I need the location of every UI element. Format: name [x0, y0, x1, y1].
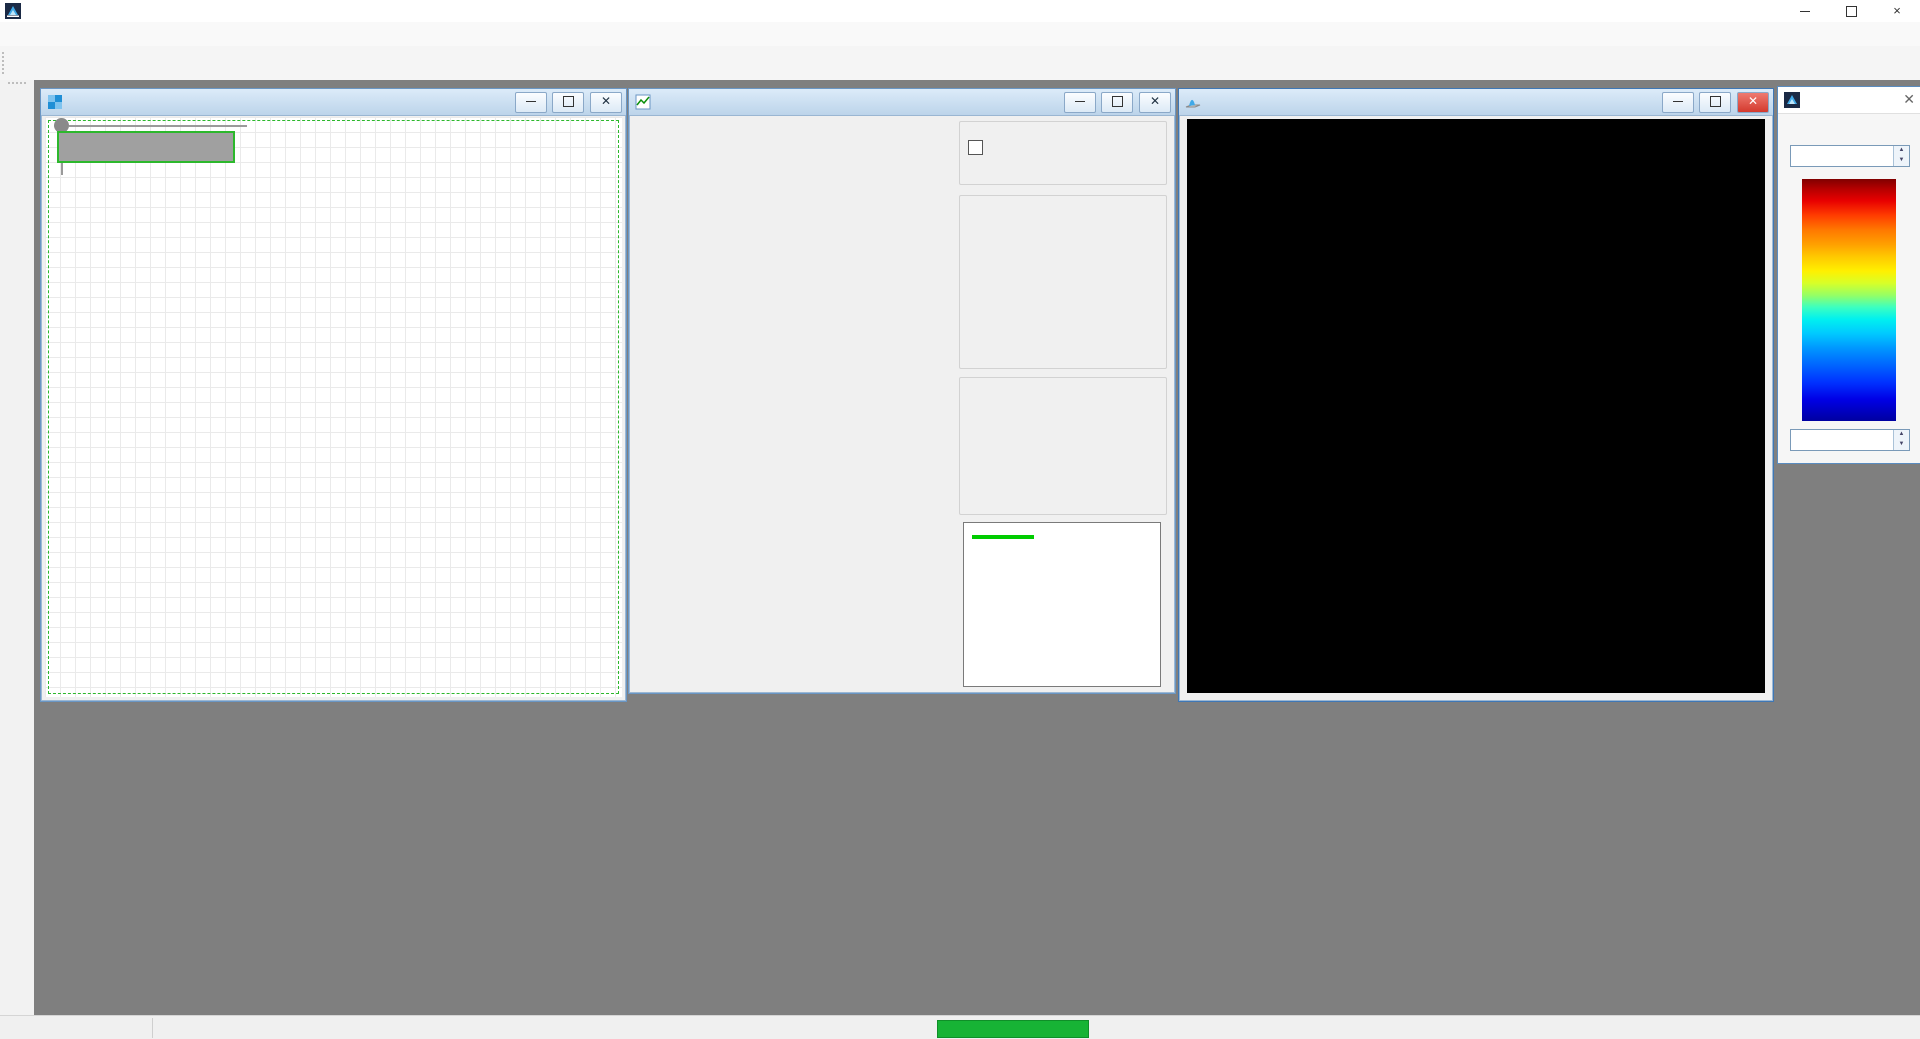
legend-box — [963, 522, 1161, 687]
window-3d-restore-button[interactable] — [1699, 92, 1731, 113]
pressure-map-2d[interactable] — [45, 117, 622, 697]
status-progress-bar — [937, 1020, 1089, 1038]
window-3d-titlebar[interactable]: ✕ — [1179, 89, 1773, 116]
app-logo-icon — [5, 3, 21, 19]
window-curves-icon — [635, 94, 651, 110]
colorscale-min-spinbox[interactable]: ▲▼ — [1790, 429, 1910, 451]
sample-analysis-group — [959, 195, 1167, 369]
toolbar — [0, 46, 1920, 81]
window-2d: ✕ — [40, 88, 627, 702]
colorscale-gradient — [1802, 179, 1896, 421]
colorscale-panel: ✕ ▲▼ ▲▼ — [1777, 86, 1920, 464]
window-2d-minimize-button[interactable] — [515, 92, 547, 113]
app-maximize-button[interactable] — [1828, 0, 1874, 22]
toolbar-grip[interactable] — [2, 52, 7, 74]
region-merge-checkbox[interactable] — [968, 140, 983, 155]
legend-series-line — [972, 535, 1034, 539]
app-close-button[interactable]: × — [1874, 0, 1920, 22]
window-3d-minimize-button[interactable] — [1662, 92, 1694, 113]
window-3d: ✕ — [1178, 88, 1774, 702]
window-3d-close-button[interactable]: ✕ — [1737, 92, 1769, 113]
colorscale-icon — [1784, 92, 1800, 108]
window-2d-restore-button[interactable] — [552, 92, 584, 113]
app-minimize-button[interactable] — [1782, 0, 1828, 22]
selection-rectangle[interactable] — [48, 120, 619, 694]
axis-x-line — [69, 125, 247, 127]
window-curves-restore-button[interactable] — [1101, 92, 1133, 113]
colorscale-max-spinner[interactable]: ▲▼ — [1893, 146, 1909, 166]
tool-sidebar — [0, 80, 35, 1015]
curve-analysis-group — [959, 377, 1167, 515]
window-curves-minimize-button[interactable] — [1064, 92, 1096, 113]
application-window: × ✕ — [0, 0, 1920, 1039]
window-2d-close-button[interactable]: ✕ — [590, 92, 622, 113]
colorscale-min-spinner[interactable]: ▲▼ — [1893, 430, 1909, 450]
statusbar — [0, 1015, 1920, 1039]
mdi-workspace: ✕ ✕ — [34, 80, 1920, 1015]
status-separator — [152, 1018, 153, 1038]
window-3d-icon — [1185, 94, 1201, 110]
region-info-group — [959, 121, 1167, 185]
app-titlebar[interactable]: × — [0, 0, 1920, 23]
window-curves: ✕ — [628, 88, 1176, 694]
window-curves-close-button[interactable]: ✕ — [1139, 92, 1171, 113]
pressure-value-tooltip — [57, 131, 235, 163]
window-curves-titlebar[interactable]: ✕ — [629, 89, 1175, 116]
colorscale-titlebar[interactable]: ✕ — [1778, 87, 1920, 114]
pressure-view-3d[interactable] — [1187, 119, 1765, 693]
sidebar-grip[interactable] — [8, 82, 26, 92]
window-2d-icon — [47, 94, 63, 110]
colorscale-max-spinbox[interactable]: ▲▼ — [1790, 145, 1910, 167]
window-2d-titlebar[interactable]: ✕ — [41, 89, 626, 116]
colorscale-close-button[interactable]: ✕ — [1903, 91, 1915, 108]
menubar — [0, 22, 1920, 46]
